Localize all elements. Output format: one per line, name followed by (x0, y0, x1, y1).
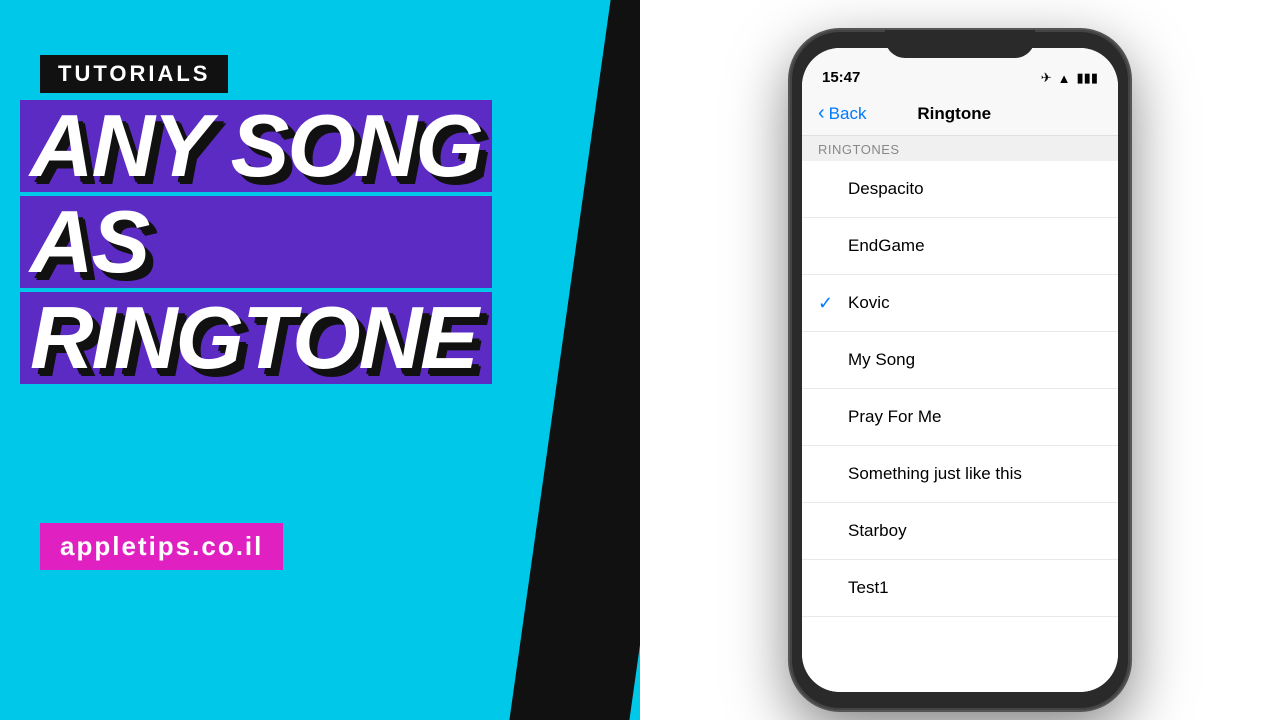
iphone-screen: 15:47 ✈ ▲ ▮▮▮ ‹ Back Ringtone RINGTONES (802, 48, 1118, 692)
section-header-label: RINGTONES (818, 142, 900, 157)
iphone-frame: 15:47 ✈ ▲ ▮▮▮ ‹ Back Ringtone RINGTONES (790, 30, 1130, 710)
battery-icon: ▮▮▮ (1077, 70, 1098, 86)
right-panel: 15:47 ✈ ▲ ▮▮▮ ‹ Back Ringtone RINGTONES (640, 0, 1280, 720)
ringtone-name: Despacito (848, 179, 924, 199)
ringtone-item[interactable]: EndGame (802, 218, 1118, 275)
checkmark-icon: ✓ (818, 293, 833, 314)
title-line1: ANY SONG (20, 100, 492, 192)
ringtone-list: Despacito EndGame ✓ Kovic My Song Pray For Me… (802, 161, 1118, 692)
ringtone-item[interactable]: Starboy (802, 503, 1118, 560)
ringtone-item[interactable]: ✓ Kovic (802, 275, 1118, 332)
ringtone-name: EndGame (848, 236, 925, 256)
title-line2: AS (20, 196, 492, 288)
ringtone-name: Starboy (848, 521, 907, 541)
nav-bar: ‹ Back Ringtone (802, 92, 1118, 136)
wifi-icon: ▲ (1058, 71, 1071, 86)
website-label: appletips.co.il (60, 531, 263, 561)
section-header: RINGTONES (802, 136, 1118, 161)
tutorials-badge: TUTORIALS (40, 55, 228, 93)
tutorials-label: TUTORIALS (58, 61, 210, 86)
status-icons: ✈ ▲ ▮▮▮ (1041, 70, 1098, 86)
ringtone-item[interactable]: My Song (802, 332, 1118, 389)
notch (885, 30, 1035, 58)
ringtone-name: Pray For Me (848, 407, 942, 427)
back-arrow-icon: ‹ (818, 102, 825, 125)
ringtone-item[interactable]: Pray For Me (802, 389, 1118, 446)
left-panel: TUTORIALS ANY SONG AS RINGTONE appletips… (0, 0, 640, 720)
ringtone-item[interactable]: Something just like this (802, 446, 1118, 503)
ringtone-name: Kovic (848, 293, 890, 313)
title-line3: RINGTONE (20, 292, 492, 384)
website-badge: appletips.co.il (40, 523, 283, 570)
ringtone-name: Something just like this (848, 464, 1022, 484)
ringtone-name: Test1 (848, 578, 889, 598)
ringtone-item[interactable]: Test1 (802, 560, 1118, 617)
nav-title: Ringtone (917, 104, 991, 124)
back-label: Back (829, 104, 867, 124)
status-time: 15:47 (822, 69, 860, 86)
main-title: ANY SONG AS RINGTONE (20, 100, 492, 388)
ringtone-item[interactable]: Despacito (802, 161, 1118, 218)
airplane-icon: ✈ (1041, 70, 1052, 86)
ringtone-name: My Song (848, 350, 915, 370)
back-button[interactable]: ‹ Back (818, 102, 866, 125)
